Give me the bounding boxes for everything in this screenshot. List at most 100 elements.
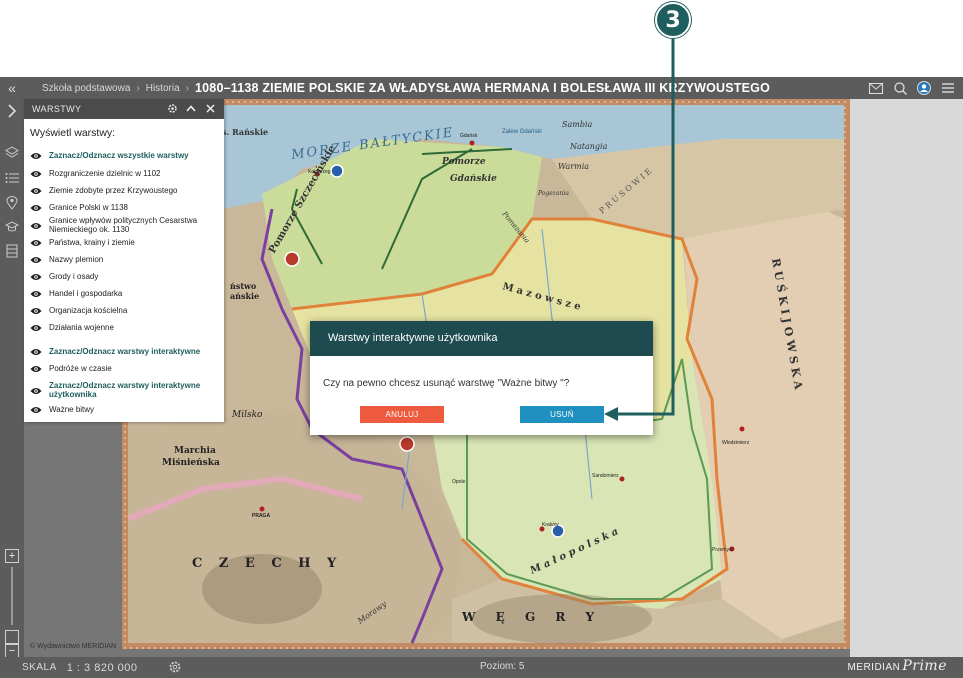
layer-item[interactable]: Handel i gospodarka xyxy=(30,289,219,299)
eye-icon[interactable] xyxy=(30,256,42,264)
layer-item[interactable]: Zaznacz/Odznacz wszystkie warstwy xyxy=(30,151,219,161)
map-label-misnienska: Miśnieńska xyxy=(162,458,220,468)
map-label-czechy: C Z E C H Y xyxy=(192,556,342,571)
brand-suffix: Prime xyxy=(902,658,947,674)
layer-label: Grody i osady xyxy=(49,272,99,281)
cancel-button[interactable]: ANULUJ xyxy=(360,406,444,423)
top-toolbar: « Szkoła podstawowa › Historia › 1080–11… xyxy=(0,77,963,99)
breadcrumb: Szkoła podstawowa › Historia › 1080–1138… xyxy=(42,81,770,95)
layer-label: Ważne bitwy xyxy=(49,405,95,414)
zoom-in-button[interactable]: + xyxy=(5,549,19,563)
chevron-up-icon[interactable] xyxy=(185,102,197,114)
dialog-title: Warstwy interaktywne użytkownika xyxy=(310,321,653,356)
map-label-panstwo: ństwo xyxy=(230,281,257,291)
layer-item[interactable]: Nazwy plemion xyxy=(30,255,219,265)
layer-label: Zaznacz/Odznacz warstwy interaktywne xyxy=(49,347,201,356)
map-label-sambia: Sambia xyxy=(562,120,593,129)
scale-value: 1 : 3 820 000 xyxy=(66,661,138,674)
layer-label: Organizacja kościelna xyxy=(49,306,128,315)
app-window: 3 « Szkoła podstawowa › Historia › 1080–… xyxy=(0,0,963,678)
eye-icon[interactable] xyxy=(30,290,42,298)
eye-icon[interactable] xyxy=(30,365,42,373)
brand-name: MERIDIAN xyxy=(847,662,901,673)
map-label-pomorze: Pomorze xyxy=(441,157,486,167)
layer-label: Zaznacz/Odznacz wszystkie warstwy xyxy=(49,151,189,160)
map-label-gdansk: Gdańsk xyxy=(460,133,478,139)
mail-icon[interactable] xyxy=(869,81,883,95)
layers-panel-header: WARSTWY xyxy=(24,99,224,119)
map-label-wegry: W Ę G R Y xyxy=(461,610,602,624)
eye-icon[interactable] xyxy=(30,222,42,230)
close-icon[interactable] xyxy=(204,102,216,114)
layer-item[interactable]: Państwa, krainy i ziemie xyxy=(30,238,219,248)
zoom-slider[interactable] xyxy=(11,567,13,625)
layer-label: Zaznacz/Odznacz warstwy interaktywne uży… xyxy=(49,381,201,399)
confirm-dialog: Warstwy interaktywne użytkownika Czy na … xyxy=(310,321,653,435)
layer-item[interactable]: Rozgraniczenie dzielnic w 1102 xyxy=(30,169,219,179)
layer-item[interactable]: Działania wojenne xyxy=(30,323,219,333)
layer-item[interactable]: Zaznacz/Odznacz warstwy interaktywne uży… xyxy=(30,381,219,399)
layer-item[interactable]: Granice Polski w 1138 xyxy=(30,203,219,213)
search-icon[interactable] xyxy=(893,81,907,95)
chevron-right-icon[interactable] xyxy=(4,103,20,119)
eye-icon[interactable] xyxy=(30,204,42,212)
zoom-out-button[interactable]: − xyxy=(5,644,19,658)
map-label-ranskie: s. Rańskie xyxy=(222,127,268,137)
book-icon[interactable] xyxy=(4,243,20,259)
dialog-message: Czy na pewno chcesz usunąć warstwę "Ważn… xyxy=(323,378,570,389)
layer-label: Działania wojenne xyxy=(49,323,114,332)
page-title: 1080–1138 ZIEMIE POLSKIE ZA WŁADYSŁAWA H… xyxy=(194,81,771,95)
breadcrumb-history[interactable]: Historia xyxy=(146,83,180,94)
brand-logo: MERIDIAN Prime xyxy=(847,658,947,674)
layers-panel: WARSTWY Wyświetl warstwy: Zaznacz/Odznac… xyxy=(24,99,224,422)
layer-item[interactable]: Ziemie zdobyte przez Krzywoustego xyxy=(30,186,219,196)
eye-icon[interactable] xyxy=(30,387,42,395)
eye-icon[interactable] xyxy=(30,307,42,315)
layer-item[interactable]: Zaznacz/Odznacz warstwy interaktywne xyxy=(30,347,219,357)
zoom-thumb[interactable] xyxy=(5,630,19,644)
eye-icon[interactable] xyxy=(30,187,42,195)
map-pin-icon[interactable] xyxy=(4,195,20,211)
user-icon[interactable] xyxy=(917,81,931,95)
copyright-text: © Wydawnictwo MERIDIAN xyxy=(30,643,116,650)
settings-icon[interactable] xyxy=(168,660,182,674)
map-label-opole: Opole xyxy=(452,479,466,485)
layer-label: Nazwy plemion xyxy=(49,255,104,264)
eye-icon[interactable] xyxy=(30,170,42,178)
eye-icon[interactable] xyxy=(30,324,42,332)
layer-label: Państwa, krainy i ziemie xyxy=(49,238,135,247)
list-icon[interactable] xyxy=(4,170,20,186)
eye-icon[interactable] xyxy=(30,406,42,414)
graduation-icon[interactable] xyxy=(4,219,20,235)
left-toolbar: + − xyxy=(0,99,24,658)
scale-label: SKALA xyxy=(22,662,57,673)
layer-item[interactable]: Grody i osady xyxy=(30,272,219,282)
bottom-statusbar: SKALA 1 : 3 820 000 Poziom: 5 MERIDIAN P… xyxy=(0,657,963,678)
layers-panel-title: WARSTWY xyxy=(32,104,82,114)
gear-icon[interactable] xyxy=(166,102,178,114)
breadcrumb-separator: › xyxy=(136,82,140,94)
layer-item[interactable]: Ważne bitwy xyxy=(30,405,219,415)
menu-icon[interactable] xyxy=(941,81,955,95)
layer-item[interactable]: Organizacja kościelna xyxy=(30,306,219,316)
back-icon[interactable]: « xyxy=(0,80,24,96)
map-right-margin xyxy=(850,99,963,657)
layers-panel-subtitle: Wyświetl warstwy: xyxy=(30,127,116,139)
layer-label: Granice wpływów politycznych Cesarstwa N… xyxy=(49,216,198,234)
layers-icon[interactable] xyxy=(4,145,20,161)
eye-icon[interactable] xyxy=(30,239,42,247)
delete-button[interactable]: USUŃ xyxy=(520,406,604,423)
eye-icon[interactable] xyxy=(30,348,42,356)
map-label-gdanskie: Gdańskie xyxy=(450,174,497,184)
map-label-nskie: ańskie xyxy=(230,291,259,301)
layer-item[interactable]: Podróże w czasie xyxy=(30,364,219,374)
layer-item[interactable]: Granice wpływów politycznych Cesarstwa N… xyxy=(30,216,219,234)
eye-icon[interactable] xyxy=(30,152,42,160)
map-label-sandomierz: Sandomierz xyxy=(592,473,619,479)
map-label-warmia: Warmia xyxy=(558,162,589,171)
layer-label: Ziemie zdobyte przez Krzywoustego xyxy=(49,186,178,195)
eye-icon[interactable] xyxy=(30,273,42,281)
layer-label: Podróże w czasie xyxy=(49,364,112,373)
breadcrumb-separator: › xyxy=(185,82,189,94)
breadcrumb-school[interactable]: Szkoła podstawowa xyxy=(42,83,130,94)
